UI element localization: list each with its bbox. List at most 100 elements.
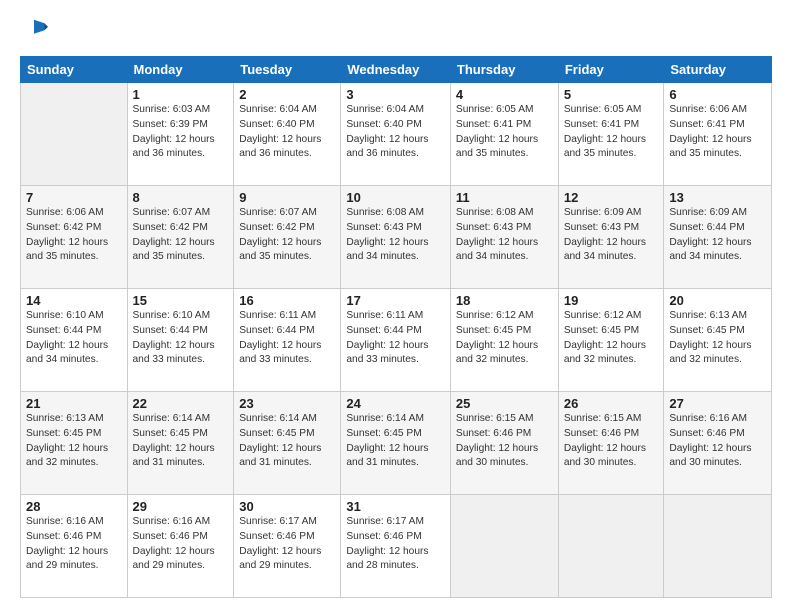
day-number: 29 (133, 499, 229, 514)
calendar-header-wednesday: Wednesday (341, 57, 451, 83)
cell-content: Sunrise: 6:07 AM Sunset: 6:42 PM Dayligh… (133, 206, 229, 265)
cell-content: Sunrise: 6:16 AM Sunset: 6:46 PM Dayligh… (669, 412, 766, 471)
day-number: 26 (564, 396, 659, 411)
cell-content: Sunrise: 6:05 AM Sunset: 6:41 PM Dayligh… (456, 103, 553, 162)
day-number: 16 (239, 293, 335, 308)
cell-content: Sunrise: 6:07 AM Sunset: 6:42 PM Dayligh… (239, 206, 335, 265)
calendar-week-5: 28Sunrise: 6:16 AM Sunset: 6:46 PM Dayli… (21, 495, 772, 598)
calendar-cell: 20Sunrise: 6:13 AM Sunset: 6:45 PM Dayli… (664, 289, 772, 392)
cell-content: Sunrise: 6:17 AM Sunset: 6:46 PM Dayligh… (346, 515, 445, 574)
calendar-cell: 8Sunrise: 6:07 AM Sunset: 6:42 PM Daylig… (127, 186, 234, 289)
calendar-cell: 6Sunrise: 6:06 AM Sunset: 6:41 PM Daylig… (664, 83, 772, 186)
calendar-header-friday: Friday (558, 57, 664, 83)
calendar-cell (21, 83, 128, 186)
day-number: 23 (239, 396, 335, 411)
calendar-cell: 14Sunrise: 6:10 AM Sunset: 6:44 PM Dayli… (21, 289, 128, 392)
logo-icon (20, 18, 48, 46)
day-number: 14 (26, 293, 122, 308)
day-number: 31 (346, 499, 445, 514)
calendar-cell: 13Sunrise: 6:09 AM Sunset: 6:44 PM Dayli… (664, 186, 772, 289)
calendar-cell: 18Sunrise: 6:12 AM Sunset: 6:45 PM Dayli… (450, 289, 558, 392)
cell-content: Sunrise: 6:06 AM Sunset: 6:41 PM Dayligh… (669, 103, 766, 162)
calendar-cell: 30Sunrise: 6:17 AM Sunset: 6:46 PM Dayli… (234, 495, 341, 598)
calendar-cell: 24Sunrise: 6:14 AM Sunset: 6:45 PM Dayli… (341, 392, 451, 495)
calendar-header-saturday: Saturday (664, 57, 772, 83)
calendar-cell: 10Sunrise: 6:08 AM Sunset: 6:43 PM Dayli… (341, 186, 451, 289)
day-number: 1 (133, 87, 229, 102)
day-number: 19 (564, 293, 659, 308)
cell-content: Sunrise: 6:03 AM Sunset: 6:39 PM Dayligh… (133, 103, 229, 162)
day-number: 27 (669, 396, 766, 411)
calendar-header-sunday: Sunday (21, 57, 128, 83)
calendar-cell: 26Sunrise: 6:15 AM Sunset: 6:46 PM Dayli… (558, 392, 664, 495)
calendar-cell: 19Sunrise: 6:12 AM Sunset: 6:45 PM Dayli… (558, 289, 664, 392)
calendar-cell: 27Sunrise: 6:16 AM Sunset: 6:46 PM Dayli… (664, 392, 772, 495)
header (20, 18, 772, 46)
cell-content: Sunrise: 6:10 AM Sunset: 6:44 PM Dayligh… (133, 309, 229, 368)
cell-content: Sunrise: 6:11 AM Sunset: 6:44 PM Dayligh… (346, 309, 445, 368)
day-number: 15 (133, 293, 229, 308)
day-number: 11 (456, 190, 553, 205)
cell-content: Sunrise: 6:15 AM Sunset: 6:46 PM Dayligh… (456, 412, 553, 471)
calendar-header-monday: Monday (127, 57, 234, 83)
day-number: 24 (346, 396, 445, 411)
cell-content: Sunrise: 6:11 AM Sunset: 6:44 PM Dayligh… (239, 309, 335, 368)
calendar-cell: 16Sunrise: 6:11 AM Sunset: 6:44 PM Dayli… (234, 289, 341, 392)
cell-content: Sunrise: 6:08 AM Sunset: 6:43 PM Dayligh… (456, 206, 553, 265)
calendar-header-tuesday: Tuesday (234, 57, 341, 83)
calendar-cell: 2Sunrise: 6:04 AM Sunset: 6:40 PM Daylig… (234, 83, 341, 186)
day-number: 18 (456, 293, 553, 308)
day-number: 28 (26, 499, 122, 514)
day-number: 25 (456, 396, 553, 411)
day-number: 20 (669, 293, 766, 308)
calendar-cell: 31Sunrise: 6:17 AM Sunset: 6:46 PM Dayli… (341, 495, 451, 598)
calendar-cell (450, 495, 558, 598)
cell-content: Sunrise: 6:17 AM Sunset: 6:46 PM Dayligh… (239, 515, 335, 574)
day-number: 3 (346, 87, 445, 102)
cell-content: Sunrise: 6:15 AM Sunset: 6:46 PM Dayligh… (564, 412, 659, 471)
cell-content: Sunrise: 6:16 AM Sunset: 6:46 PM Dayligh… (133, 515, 229, 574)
day-number: 10 (346, 190, 445, 205)
logo (20, 18, 52, 46)
cell-content: Sunrise: 6:16 AM Sunset: 6:46 PM Dayligh… (26, 515, 122, 574)
cell-content: Sunrise: 6:13 AM Sunset: 6:45 PM Dayligh… (26, 412, 122, 471)
calendar-cell: 9Sunrise: 6:07 AM Sunset: 6:42 PM Daylig… (234, 186, 341, 289)
calendar-cell: 11Sunrise: 6:08 AM Sunset: 6:43 PM Dayli… (450, 186, 558, 289)
day-number: 6 (669, 87, 766, 102)
cell-content: Sunrise: 6:08 AM Sunset: 6:43 PM Dayligh… (346, 206, 445, 265)
cell-content: Sunrise: 6:14 AM Sunset: 6:45 PM Dayligh… (346, 412, 445, 471)
cell-content: Sunrise: 6:09 AM Sunset: 6:43 PM Dayligh… (564, 206, 659, 265)
calendar-cell: 5Sunrise: 6:05 AM Sunset: 6:41 PM Daylig… (558, 83, 664, 186)
calendar-header-row: SundayMondayTuesdayWednesdayThursdayFrid… (21, 57, 772, 83)
day-number: 13 (669, 190, 766, 205)
day-number: 5 (564, 87, 659, 102)
calendar-cell: 22Sunrise: 6:14 AM Sunset: 6:45 PM Dayli… (127, 392, 234, 495)
day-number: 21 (26, 396, 122, 411)
calendar-cell: 12Sunrise: 6:09 AM Sunset: 6:43 PM Dayli… (558, 186, 664, 289)
calendar-cell (558, 495, 664, 598)
calendar-cell: 4Sunrise: 6:05 AM Sunset: 6:41 PM Daylig… (450, 83, 558, 186)
cell-content: Sunrise: 6:09 AM Sunset: 6:44 PM Dayligh… (669, 206, 766, 265)
calendar-week-3: 14Sunrise: 6:10 AM Sunset: 6:44 PM Dayli… (21, 289, 772, 392)
calendar-cell: 3Sunrise: 6:04 AM Sunset: 6:40 PM Daylig… (341, 83, 451, 186)
cell-content: Sunrise: 6:12 AM Sunset: 6:45 PM Dayligh… (564, 309, 659, 368)
calendar-week-4: 21Sunrise: 6:13 AM Sunset: 6:45 PM Dayli… (21, 392, 772, 495)
day-number: 17 (346, 293, 445, 308)
cell-content: Sunrise: 6:14 AM Sunset: 6:45 PM Dayligh… (133, 412, 229, 471)
day-number: 9 (239, 190, 335, 205)
cell-content: Sunrise: 6:04 AM Sunset: 6:40 PM Dayligh… (239, 103, 335, 162)
day-number: 8 (133, 190, 229, 205)
day-number: 12 (564, 190, 659, 205)
calendar-cell: 21Sunrise: 6:13 AM Sunset: 6:45 PM Dayli… (21, 392, 128, 495)
day-number: 30 (239, 499, 335, 514)
day-number: 2 (239, 87, 335, 102)
calendar-week-2: 7Sunrise: 6:06 AM Sunset: 6:42 PM Daylig… (21, 186, 772, 289)
cell-content: Sunrise: 6:06 AM Sunset: 6:42 PM Dayligh… (26, 206, 122, 265)
calendar-cell: 28Sunrise: 6:16 AM Sunset: 6:46 PM Dayli… (21, 495, 128, 598)
calendar-week-1: 1Sunrise: 6:03 AM Sunset: 6:39 PM Daylig… (21, 83, 772, 186)
cell-content: Sunrise: 6:04 AM Sunset: 6:40 PM Dayligh… (346, 103, 445, 162)
calendar-cell: 25Sunrise: 6:15 AM Sunset: 6:46 PM Dayli… (450, 392, 558, 495)
day-number: 22 (133, 396, 229, 411)
cell-content: Sunrise: 6:10 AM Sunset: 6:44 PM Dayligh… (26, 309, 122, 368)
day-number: 7 (26, 190, 122, 205)
